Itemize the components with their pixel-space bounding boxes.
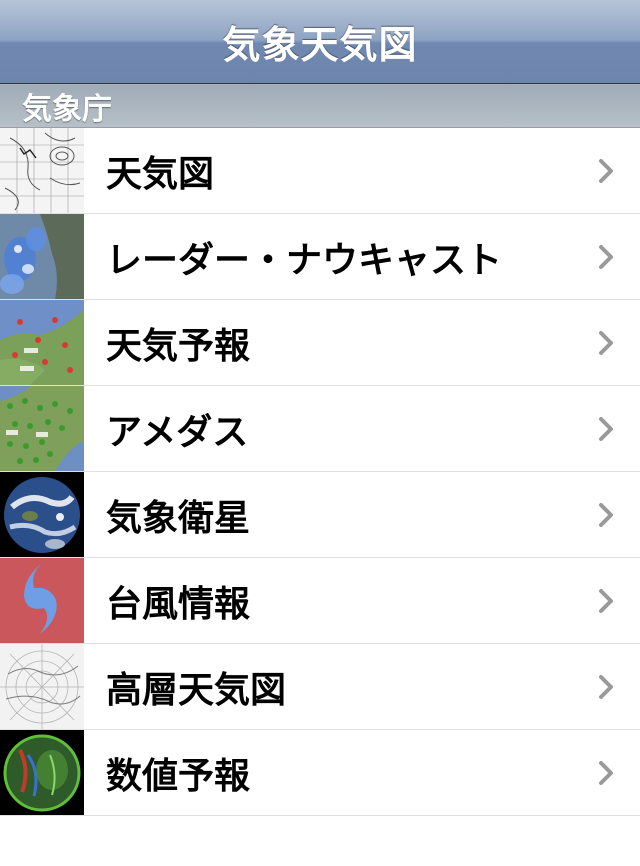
list-item-label: 数値予報 [106,755,251,797]
chevron-right-icon [592,243,620,271]
list-item-upper-air-map[interactable]: 高層天気図 [0,644,640,730]
numerical-forecast-globe-icon [0,730,84,815]
amedas-map-icon [0,386,84,471]
list-item-satellite[interactable]: 気象衛星 [0,472,640,558]
section-header-label: 気象庁 [22,92,112,127]
list-item-label: 天気予報 [106,325,251,367]
list-item-label: 台風情報 [106,583,251,625]
chevron-right-icon [592,329,620,357]
chevron-right-icon [592,673,620,701]
list-item-label: 高層天気図 [106,669,287,711]
chevron-right-icon [592,501,620,529]
satellite-globe-icon [0,472,84,557]
list-item-label: アメダス [106,411,249,453]
list-item-typhoon[interactable]: 台風情報 [0,558,640,644]
section-header: 気象庁 [0,84,640,128]
typhoon-icon [0,558,84,643]
list-item-numerical-forecast[interactable]: 数値予報 [0,730,640,816]
upper-air-map-icon [0,644,84,729]
radar-icon [0,214,84,299]
list-item-label: 天気図 [106,153,215,195]
list-item-forecast[interactable]: 天気予報 [0,300,640,386]
list-item-weather-map[interactable]: 天気図 [0,128,640,214]
chevron-right-icon [592,415,620,443]
weather-map-icon [0,128,84,213]
page-title: 気象天気図 [222,23,418,67]
chevron-right-icon [592,759,620,787]
navigation-bar: 気象天気図 [0,0,640,84]
forecast-map-icon [0,300,84,385]
list-item-amedas[interactable]: アメダス [0,386,640,472]
list-item-label: 気象衛星 [106,497,251,539]
menu-list: 天気図 レーダー・ナウキャスト 天気予報 アメダス 気象衛星 台風情報 高層天気… [0,128,640,816]
chevron-right-icon [592,157,620,185]
chevron-right-icon [592,587,620,615]
list-item-label: レーダー・ナウキャスト [106,239,503,281]
list-item-radar-nowcast[interactable]: レーダー・ナウキャスト [0,214,640,300]
